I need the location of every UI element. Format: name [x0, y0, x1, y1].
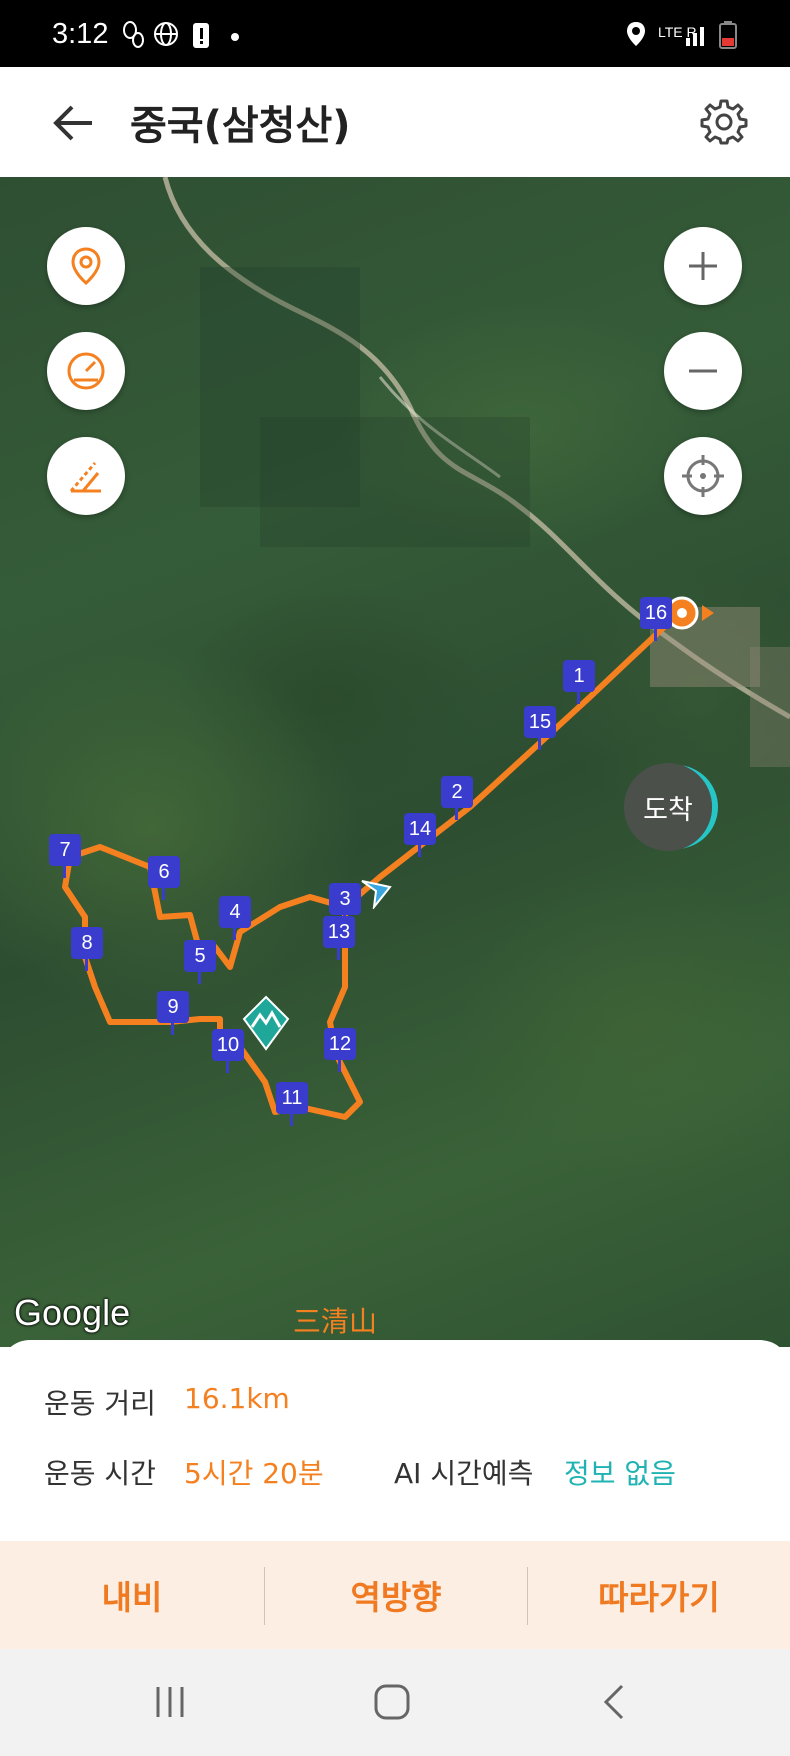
- time-label: 운동 시간: [44, 1457, 156, 1490]
- zoom-out-button[interactable]: [664, 332, 742, 410]
- waypoint-marker[interactable]: 12: [324, 1028, 356, 1072]
- location-icon: [627, 22, 645, 46]
- ai-prediction-value: 정보 없음: [564, 1457, 676, 1490]
- waypoint-marker[interactable]: 8: [71, 927, 103, 971]
- distance-value: 16.1km: [184, 1382, 290, 1415]
- waypoint-marker[interactable]: 9: [157, 991, 189, 1035]
- minus-icon: [689, 369, 717, 373]
- waypoint-marker[interactable]: 15: [524, 706, 556, 750]
- notification-dot-icon: [231, 33, 239, 41]
- waypoint-marker[interactable]: 2: [441, 776, 473, 820]
- recent-apps-icon[interactable]: [152, 1685, 188, 1719]
- navi-button[interactable]: 내비: [0, 1541, 264, 1649]
- alert-battery-icon: [193, 23, 209, 48]
- home-icon[interactable]: [372, 1683, 412, 1721]
- crosshair-icon: [682, 455, 724, 497]
- waypoint-marker[interactable]: 4: [219, 896, 251, 940]
- waypoint-marker[interactable]: 6: [148, 856, 180, 900]
- waypoint-marker[interactable]: 5: [184, 940, 216, 984]
- action-bar: 내비 역방향 따라가기: [0, 1541, 790, 1649]
- arrival-marker[interactable]: 도착: [624, 763, 712, 851]
- battery-icon: [719, 21, 737, 49]
- back-arrow-icon[interactable]: [52, 103, 96, 143]
- time-value: 5시간 20분: [184, 1457, 324, 1490]
- ai-prediction-label: AI 시간예측: [394, 1457, 534, 1490]
- plus-icon: [689, 252, 717, 280]
- waypoint-marker[interactable]: 13: [323, 916, 355, 960]
- waypoint-marker[interactable]: 1: [563, 660, 595, 704]
- app-header: 중국(삼청산): [0, 67, 790, 177]
- waypoint-marker[interactable]: 11: [276, 1082, 308, 1126]
- distance-label: 운동 거리: [44, 1387, 156, 1420]
- waypoint-marker[interactable]: 7: [49, 834, 81, 878]
- waypoint-marker[interactable]: 3: [329, 883, 361, 927]
- waypoint-marker[interactable]: 16: [640, 597, 672, 641]
- steps-icon: [123, 21, 144, 48]
- stats-panel: 운동 거리 16.1km 운동 시간 5시간 20분 AI 시간예측 정보 없음: [0, 1340, 790, 1540]
- page-title: 중국(삼청산): [130, 103, 351, 149]
- map-view[interactable]: 도착 1 2 3 4 5 6 7 8 9 10 11 12 13 14 15 1…: [0, 177, 790, 1347]
- system-nav-bar: [0, 1649, 790, 1756]
- speedometer-button[interactable]: [47, 332, 125, 410]
- zoom-in-button[interactable]: [664, 227, 742, 305]
- speedometer-icon: [67, 352, 105, 390]
- settings-gear-icon[interactable]: [700, 97, 748, 145]
- map-pin-icon: [71, 247, 101, 285]
- google-attribution: Google: [14, 1292, 131, 1333]
- waypoint-marker[interactable]: 14: [404, 813, 436, 857]
- mountain-peak-icon[interactable]: [242, 995, 290, 1051]
- elevation-slope-button[interactable]: [47, 437, 125, 515]
- mountain-label: 三清山: [293, 1305, 378, 1338]
- reverse-button[interactable]: 역방향: [265, 1541, 527, 1649]
- globe-icon: [154, 22, 178, 46]
- slope-angle-icon: [69, 462, 101, 493]
- follow-button[interactable]: 따라가기: [528, 1541, 790, 1649]
- signal-icon: [686, 27, 704, 46]
- back-nav-icon[interactable]: [600, 1683, 628, 1721]
- status-time: 3:12: [52, 18, 109, 50]
- waypoint-marker[interactable]: 10: [212, 1029, 244, 1073]
- status-bar: 3:12 LTE R: [0, 0, 790, 67]
- recenter-button[interactable]: [664, 437, 742, 515]
- my-location-pin-button[interactable]: [47, 227, 125, 305]
- direction-arrow-icon: [361, 880, 392, 909]
